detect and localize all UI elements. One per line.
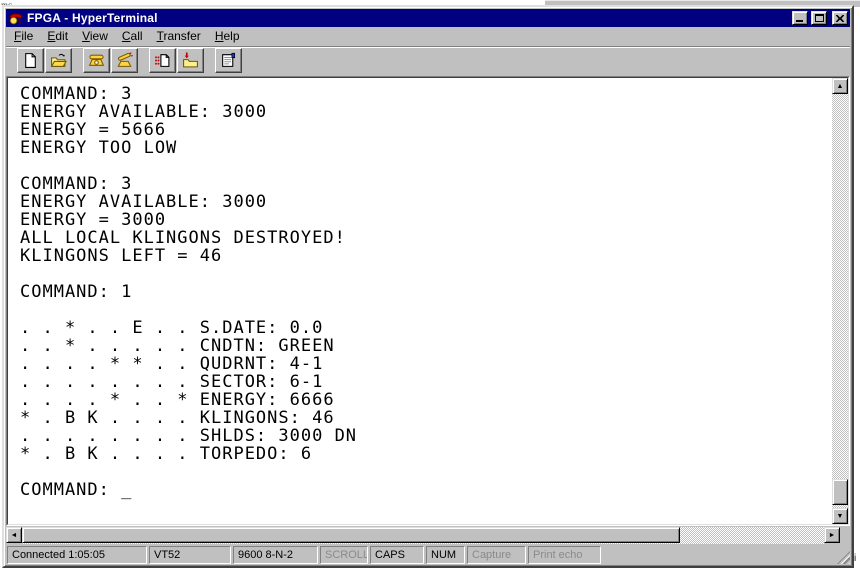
new-document-icon — [22, 52, 39, 69]
horizontal-scroll-track[interactable] — [22, 527, 824, 544]
right-arrow-icon: ► — [829, 532, 836, 539]
menu-file[interactable]: File — [7, 27, 40, 46]
hyperterminal-phone-icon — [8, 10, 24, 26]
vertical-scroll-thumb[interactable] — [832, 479, 848, 505]
titlebar[interactable]: FPGA - HyperTerminal — [6, 9, 850, 27]
close-button[interactable] — [832, 11, 848, 25]
status-connection: Connected 1:05:05 — [7, 546, 147, 564]
scroll-right-button[interactable]: ► — [824, 527, 840, 543]
new-button[interactable] — [17, 48, 44, 73]
toolbar — [6, 46, 850, 74]
minimize-icon — [796, 20, 803, 22]
open-folder-icon — [50, 52, 67, 69]
menu-call[interactable]: Call — [115, 27, 150, 46]
up-arrow-icon: ▲ — [837, 83, 844, 90]
resize-grip[interactable] — [837, 551, 850, 564]
status-caps-lock: CAPS — [370, 546, 424, 564]
disconnect-button[interactable] — [111, 48, 138, 73]
menu-help[interactable]: Help — [208, 27, 247, 46]
scroll-up-button[interactable]: ▲ — [832, 78, 848, 94]
scroll-left-button[interactable]: ◄ — [6, 527, 22, 543]
statusbar: Connected 1:05:05 VT52 9600 8-N-2 SCROLL… — [6, 546, 850, 564]
receive-folder-icon — [182, 52, 199, 69]
send-file-icon — [154, 52, 171, 69]
hyperterminal-window: FPGA - HyperTerminal File Edit View Call… — [2, 5, 854, 568]
status-scroll-lock: SCROLL — [320, 546, 368, 564]
vertical-scrollbar[interactable]: ▲ ▼ — [832, 78, 848, 524]
status-print-echo: Print echo — [528, 546, 601, 564]
open-button[interactable] — [45, 48, 72, 73]
receive-button[interactable] — [177, 48, 204, 73]
send-button[interactable] — [149, 48, 176, 73]
maximize-icon — [815, 14, 824, 22]
left-arrow-icon: ◄ — [11, 532, 18, 539]
background-window-fragment-right: i — [854, 553, 856, 564]
menu-edit[interactable]: Edit — [40, 27, 75, 46]
menu-transfer[interactable]: Transfer — [150, 27, 208, 46]
minimize-button[interactable] — [792, 11, 808, 25]
properties-icon — [220, 52, 237, 69]
status-emulation: VT52 — [149, 546, 231, 564]
menubar: File Edit View Call Transfer Help — [6, 27, 850, 46]
horizontal-scrollbar[interactable]: ◄ ► — [6, 527, 840, 544]
status-baud: 9600 8-N-2 — [233, 546, 318, 564]
status-num-lock: NUM — [426, 546, 465, 564]
desktop-screen: mc i FPGA - HyperTerminal File Edi — [0, 0, 860, 574]
maximize-button[interactable] — [811, 11, 827, 25]
properties-button[interactable] — [215, 48, 242, 73]
close-icon — [836, 15, 844, 22]
vertical-scroll-track[interactable] — [832, 94, 848, 508]
menu-view[interactable]: View — [75, 27, 115, 46]
disconnect-phone-icon — [116, 52, 133, 69]
horizontal-scroll-thumb[interactable] — [22, 527, 680, 543]
call-phone-icon — [88, 52, 105, 69]
terminal-output[interactable]: COMMAND: 3 ENERGY AVAILABLE: 3000 ENERGY… — [8, 78, 832, 524]
call-button[interactable] — [83, 48, 110, 73]
status-capture: Capture — [467, 546, 526, 564]
down-arrow-icon: ▼ — [837, 513, 844, 520]
window-title: FPGA - HyperTerminal — [27, 11, 789, 25]
terminal-frame: COMMAND: 3 ENERGY AVAILABLE: 3000 ENERGY… — [6, 76, 850, 526]
scroll-down-button[interactable]: ▼ — [832, 508, 848, 524]
